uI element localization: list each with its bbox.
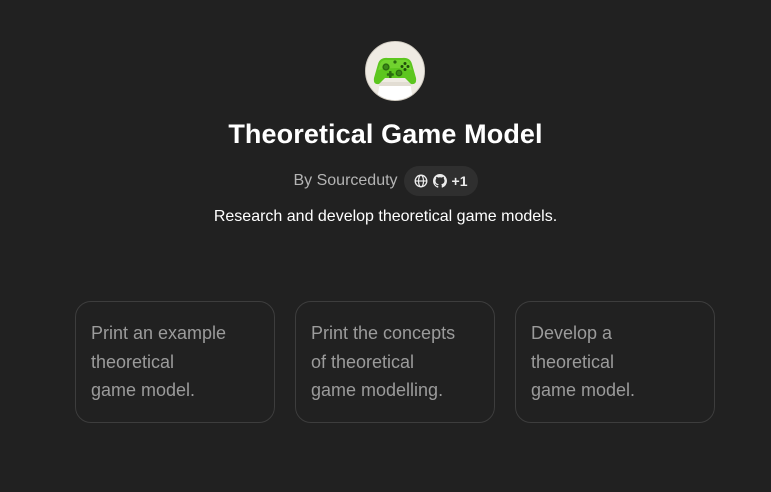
globe-icon xyxy=(414,174,428,188)
gpt-avatar xyxy=(365,41,425,101)
starter-card-example-model[interactable]: Print an example theoretical game model. xyxy=(75,301,275,423)
starter-card-develop-model[interactable]: Develop a theoretical game model. xyxy=(515,301,715,423)
author-links-badge[interactable]: +1 xyxy=(403,166,478,196)
more-links-count: +1 xyxy=(451,173,468,189)
author-row: By Sourceduty +1 xyxy=(0,166,771,196)
gpt-title: Theoretical Game Model xyxy=(228,119,543,149)
green-game-controller-icon xyxy=(366,42,424,100)
starter-card-concepts[interactable]: Print the concepts of theoretical game m… xyxy=(295,301,495,423)
gpt-landing: Theoretical Game Model By Sourceduty +1 … xyxy=(0,0,771,492)
github-icon xyxy=(432,174,447,188)
author-name: By Sourceduty xyxy=(293,172,398,189)
gpt-description: Research and develop theoretical game mo… xyxy=(213,208,558,225)
